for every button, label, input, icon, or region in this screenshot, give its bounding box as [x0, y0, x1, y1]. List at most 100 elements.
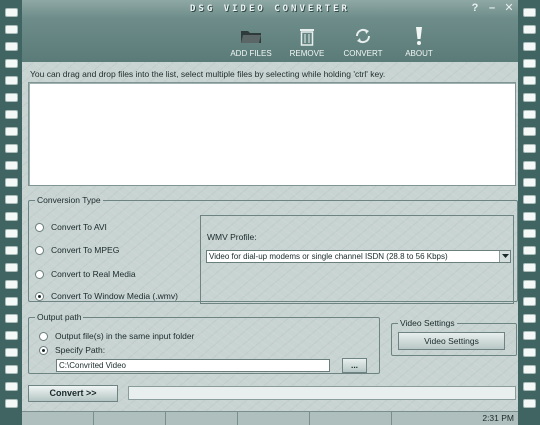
film-hole — [4, 110, 18, 119]
film-hole — [522, 110, 536, 119]
convert-arrows-icon — [353, 26, 373, 46]
film-hole — [4, 42, 18, 51]
minimize-icon[interactable]: – — [485, 1, 499, 15]
film-hole — [522, 348, 536, 357]
radio-real-media-circle[interactable] — [35, 269, 44, 279]
radio-wmv-label: Convert To Window Media (.wmv) — [51, 291, 178, 301]
radio-same-folder-circle[interactable] — [39, 331, 48, 341]
film-hole — [522, 229, 536, 238]
radio-real-media[interactable]: Convert to Real Media — [35, 269, 136, 279]
film-hole — [522, 246, 536, 255]
film-hole — [4, 25, 18, 34]
radio-same-folder[interactable]: Output file(s) in the same input folder — [39, 331, 194, 341]
film-hole — [4, 382, 18, 391]
progress-bar — [128, 386, 516, 400]
status-cell — [166, 412, 238, 425]
radio-specify-path-circle[interactable] — [39, 345, 48, 355]
radio-real-media-label: Convert to Real Media — [51, 269, 136, 279]
film-hole — [522, 314, 536, 323]
output-path-legend: Output path — [37, 312, 82, 322]
file-list[interactable] — [28, 82, 516, 186]
film-hole — [522, 399, 536, 408]
radio-mpeg[interactable]: Convert To MPEG — [35, 245, 119, 255]
film-hole — [522, 25, 536, 34]
radio-same-folder-label: Output file(s) in the same input folder — [55, 331, 195, 341]
close-icon[interactable]: ✕ — [502, 1, 516, 15]
remove-label: REMOVE — [289, 49, 325, 58]
drag-drop-hint: You can drag and drop files into the lis… — [30, 69, 386, 79]
video-settings-legend: Video Settings — [400, 318, 455, 328]
film-hole — [522, 280, 536, 289]
radio-wmv-circle[interactable] — [35, 291, 44, 301]
film-hole — [4, 8, 18, 17]
film-hole — [4, 93, 18, 102]
film-hole — [522, 59, 536, 68]
wmv-profile-value: Video for dial-up modems or single chann… — [209, 252, 448, 261]
conversion-type-legend: Conversion Type — [37, 195, 101, 205]
status-cell — [94, 412, 166, 425]
film-hole — [4, 263, 18, 272]
conversion-type-group: Conversion Type Convert To AVI Convert T… — [28, 195, 518, 304]
radio-avi[interactable]: Convert To AVI — [35, 222, 107, 232]
film-hole — [4, 76, 18, 85]
exclamation-icon — [414, 26, 424, 46]
add-files-label: ADD FILES — [230, 49, 272, 58]
wmv-profile-panel: WMV Profile: Video for dial-up modems or… — [200, 215, 514, 304]
add-files-button[interactable]: ADD FILES — [227, 18, 275, 62]
radio-avi-circle[interactable] — [35, 222, 44, 232]
film-hole — [4, 331, 18, 340]
browse-button[interactable]: ... — [342, 358, 367, 373]
about-label: ABOUT — [405, 49, 433, 58]
film-hole — [4, 399, 18, 408]
radio-wmv[interactable]: Convert To Window Media (.wmv) — [35, 291, 178, 301]
film-hole — [4, 161, 18, 170]
film-hole — [522, 365, 536, 374]
film-hole — [522, 93, 536, 102]
status-cell — [22, 412, 94, 425]
film-strip-left — [0, 0, 22, 425]
film-hole — [4, 280, 18, 289]
film-hole — [522, 161, 536, 170]
remove-button[interactable]: REMOVE — [283, 18, 331, 62]
video-settings-group: Video Settings Video Settings — [391, 318, 517, 356]
title-bar[interactable]: DSG VIDEO CONVERTER ? – ✕ — [22, 0, 518, 18]
film-strip-right — [518, 0, 540, 425]
film-hole — [4, 212, 18, 221]
output-path-input[interactable]: C:\Convrited Video — [56, 359, 330, 372]
film-hole — [4, 365, 18, 374]
chevron-down-icon[interactable] — [499, 251, 510, 262]
film-hole — [522, 212, 536, 221]
convert-button[interactable]: Convert >> — [28, 385, 118, 402]
film-hole — [522, 263, 536, 272]
film-hole — [522, 195, 536, 204]
app-window: DSG VIDEO CONVERTER ? – ✕ ADD FILES REMO… — [0, 0, 540, 425]
film-hole — [4, 144, 18, 153]
film-hole — [4, 178, 18, 187]
output-path-group: Output path Output file(s) in the same i… — [28, 312, 380, 374]
about-button[interactable]: ABOUT — [395, 18, 443, 62]
film-hole — [4, 246, 18, 255]
window-controls: ? – ✕ — [468, 1, 516, 15]
toolbar: ADD FILES REMOVE CONVERT ABOUT — [22, 18, 518, 62]
film-hole — [522, 382, 536, 391]
convert-toolbar-button[interactable]: CONVERT — [339, 18, 387, 62]
film-hole — [522, 144, 536, 153]
film-hole — [4, 229, 18, 238]
film-hole — [522, 42, 536, 51]
help-icon[interactable]: ? — [468, 1, 482, 15]
convert-toolbar-label: CONVERT — [343, 49, 383, 58]
status-bar: 2:31 PM — [22, 411, 518, 425]
film-hole — [4, 195, 18, 204]
film-hole — [4, 348, 18, 357]
radio-mpeg-circle[interactable] — [35, 245, 44, 255]
radio-mpeg-label: Convert To MPEG — [51, 245, 120, 255]
film-hole — [4, 127, 18, 136]
film-hole — [4, 314, 18, 323]
film-hole — [522, 76, 536, 85]
radio-specify-path[interactable]: Specify Path: — [39, 345, 105, 355]
film-hole — [522, 8, 536, 17]
film-hole — [4, 297, 18, 306]
status-time: 2:31 PM — [482, 413, 514, 423]
video-settings-button[interactable]: Video Settings — [398, 332, 505, 350]
wmv-profile-select[interactable]: Video for dial-up modems or single chann… — [206, 250, 511, 263]
